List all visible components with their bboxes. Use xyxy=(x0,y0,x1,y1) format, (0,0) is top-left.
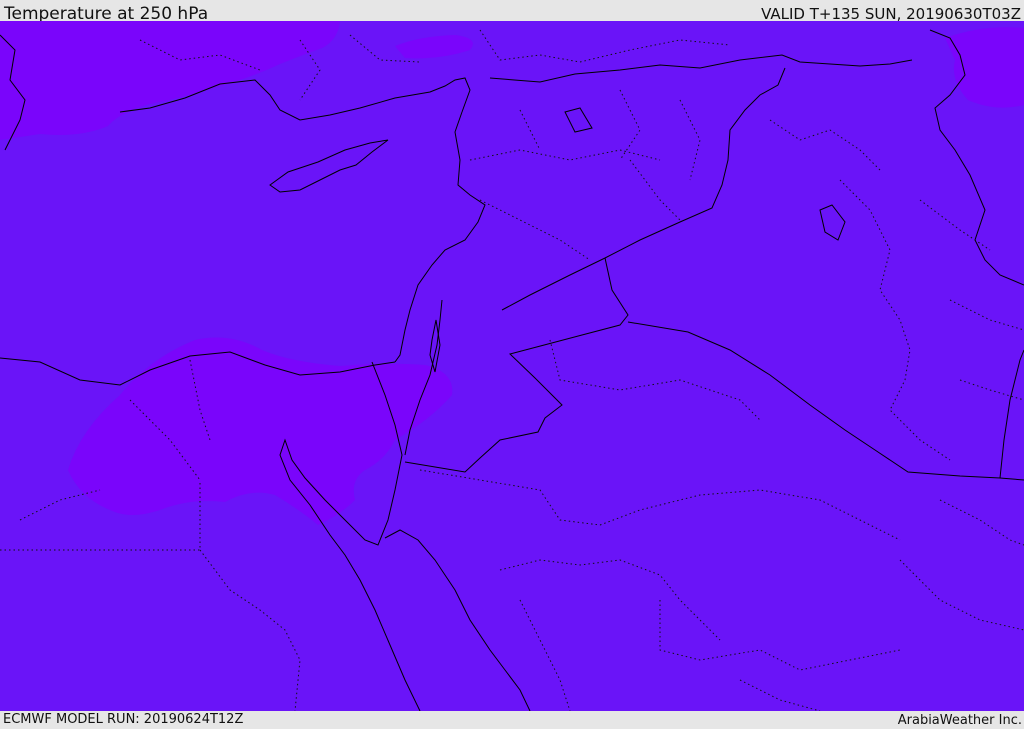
credit-label: ArabiaWeather Inc. xyxy=(897,713,1022,728)
map-canvas xyxy=(0,21,1024,711)
header-bar: Temperature at 250 hPa VALID T+135 SUN, … xyxy=(0,0,1024,24)
model-run-label: ECMWF MODEL RUN: 20190624T12Z xyxy=(3,712,244,727)
footer-bar: ECMWF MODEL RUN: 20190624T12Z ArabiaWeat… xyxy=(0,711,1024,729)
weather-map[interactable] xyxy=(0,21,1024,711)
